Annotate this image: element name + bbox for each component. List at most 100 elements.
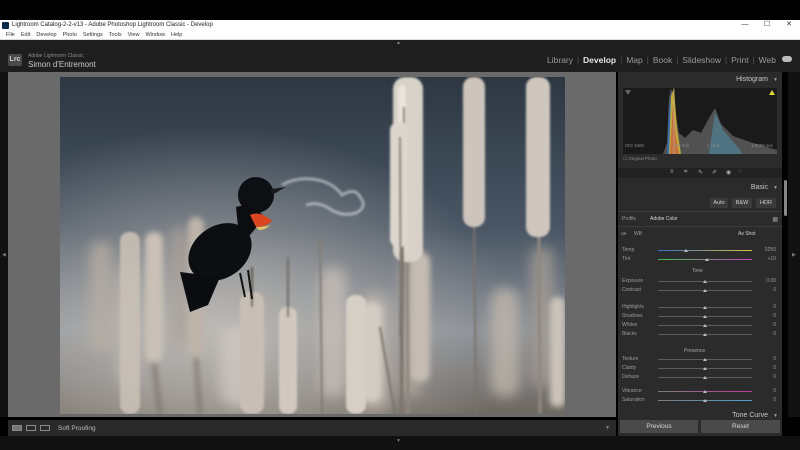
shadows-value[interactable]: 0 <box>756 313 776 319</box>
tint-label: Tint <box>622 256 631 262</box>
saturation-slider-handle[interactable] <box>703 399 707 402</box>
module-separator: | <box>620 55 623 65</box>
shadows-slider-handle[interactable] <box>703 315 707 318</box>
vibrance-value[interactable]: 0 <box>756 388 776 394</box>
texture-value[interactable]: 0 <box>756 356 776 362</box>
cloud-sync-icon[interactable] <box>782 56 792 62</box>
temp-value[interactable]: 5250 <box>756 247 776 253</box>
minimize-button[interactable]: — <box>734 20 756 30</box>
module-slideshow[interactable]: Slideshow <box>682 55 721 65</box>
redeye-icon[interactable]: ◉ <box>726 169 731 176</box>
basic-header[interactable]: Basic ▼ <box>618 182 782 194</box>
collapse-right-panel-icon[interactable]: ▶ <box>792 252 796 258</box>
histogram-collapse-icon[interactable]: ▼ <box>773 77 778 83</box>
vibrance-slider-handle[interactable] <box>703 390 707 393</box>
eyedropper-icon[interactable]: ✑ <box>621 230 627 238</box>
reset-button[interactable]: Reset <box>701 420 780 433</box>
menu-tools[interactable]: Tools <box>109 32 122 38</box>
dehaze-label: Dehaze <box>622 374 640 380</box>
masking-icon[interactable]: ◌ <box>738 169 742 175</box>
tint-slider-handle[interactable] <box>704 258 709 261</box>
module-web[interactable]: Web <box>759 55 776 65</box>
toolbar-menu-icon[interactable]: ▼ <box>605 425 610 431</box>
left-panel-collapsed: ◀ <box>0 72 8 417</box>
hdr-button[interactable]: HDR <box>756 198 776 208</box>
blacks-slider-handle[interactable] <box>703 333 707 336</box>
menu-edit[interactable]: Edit <box>21 32 30 38</box>
menu-view[interactable]: View <box>128 32 140 38</box>
clarity-slider-handle[interactable] <box>703 367 707 370</box>
original-photo-text: Original Photo <box>628 156 657 161</box>
profile-browser-icon[interactable]: ▦ <box>772 216 778 223</box>
right-panel-scrollbar[interactable] <box>784 180 787 216</box>
wb-value[interactable]: As Shot <box>738 231 756 237</box>
previous-button[interactable]: Previous <box>620 420 698 433</box>
menu-develop[interactable]: Develop <box>36 32 56 38</box>
temp-slider-track[interactable] <box>658 250 752 251</box>
histogram-header[interactable]: Histogram ▼ <box>618 74 782 86</box>
module-book[interactable]: Book <box>653 55 672 65</box>
close-button[interactable]: ✕ <box>778 20 800 30</box>
dehaze-slider-handle[interactable] <box>703 376 707 379</box>
module-separator: | <box>646 55 649 65</box>
whites-value[interactable]: 0 <box>756 322 776 328</box>
develop-tool-strip: ≡ ⌗ ✎ ✐ ◉ ◌ <box>618 168 782 178</box>
tone-curve-collapse-icon[interactable]: ▼ <box>773 413 778 419</box>
exposure-label: Exposure <box>622 278 644 284</box>
edit-sliders-icon[interactable]: ≡ <box>670 169 674 175</box>
wb-label: WB <box>634 231 643 237</box>
menu-help[interactable]: Help <box>171 32 182 38</box>
blacks-value[interactable]: 0 <box>756 331 776 337</box>
clarity-value[interactable]: 0 <box>756 365 776 371</box>
soft-proofing-label[interactable]: Soft Proofing <box>58 425 96 432</box>
auto-button[interactable]: Auto <box>710 198 728 208</box>
module-library[interactable]: Library <box>547 55 573 65</box>
before-after-view-button[interactable] <box>26 425 36 431</box>
menu-photo[interactable]: Photo <box>63 32 77 38</box>
window-title: Lightroom Catalog-2-2-v13 - Adobe Photos… <box>12 22 213 28</box>
menu-file[interactable]: File <box>6 32 15 38</box>
vibrance-label: Vibrance <box>622 388 642 394</box>
shadow-clipping-icon[interactable] <box>625 90 631 95</box>
exposure-value[interactable]: 0.00 <box>756 278 776 284</box>
texture-slider-handle[interactable] <box>703 358 707 361</box>
expand-left-panel-icon[interactable]: ◀ <box>2 252 6 258</box>
module-print[interactable]: Print <box>731 55 748 65</box>
profile-value[interactable]: Adobe Color <box>650 216 678 222</box>
module-develop[interactable]: Develop <box>583 55 616 65</box>
highlights-slider-handle[interactable] <box>703 306 707 309</box>
module-map[interactable]: Map <box>626 55 643 65</box>
basic-title: Basic <box>750 184 768 191</box>
loupe-view-button[interactable] <box>12 425 22 431</box>
bw-button[interactable]: B&W <box>732 198 752 208</box>
brush-icon[interactable]: ✐ <box>712 169 717 176</box>
highlights-value[interactable]: 0 <box>756 304 776 310</box>
reference-view-button[interactable] <box>40 425 50 431</box>
collapse-top-panel-icon[interactable]: ▲ <box>396 40 401 46</box>
module-separator: | <box>676 55 679 65</box>
expand-filmstrip-icon[interactable]: ▼ <box>396 438 401 444</box>
highlight-clipping-icon[interactable] <box>769 90 775 95</box>
shadows-label: Shadows <box>622 313 643 319</box>
saturation-value[interactable]: 0 <box>756 397 776 403</box>
healing-icon[interactable]: ✎ <box>698 169 703 176</box>
iso-value: ISO 1600 <box>625 143 645 148</box>
maximize-button[interactable]: ☐ <box>756 20 778 30</box>
panel-footer-buttons: Previous Reset <box>618 420 782 434</box>
contrast-value[interactable]: 0 <box>756 287 776 293</box>
original-photo-label[interactable]: ☐ Original Photo <box>623 156 657 162</box>
tint-value[interactable]: +10 <box>756 256 776 262</box>
temp-slider-handle[interactable] <box>684 249 689 252</box>
crop-icon[interactable]: ⌗ <box>684 169 687 176</box>
whites-slider-handle[interactable] <box>703 324 707 327</box>
menu-settings[interactable]: Settings <box>83 32 103 38</box>
menu-window[interactable]: Window <box>145 32 165 38</box>
image-workspace <box>8 72 616 417</box>
dehaze-value[interactable]: 0 <box>756 374 776 380</box>
contrast-slider-handle[interactable] <box>703 289 707 292</box>
exposure-slider-handle[interactable] <box>703 280 707 283</box>
basic-collapse-icon[interactable]: ▼ <box>773 185 778 191</box>
module-separator: | <box>725 55 728 65</box>
photo-preview[interactable] <box>60 77 565 414</box>
focal-length: 700 mm <box>673 143 690 148</box>
